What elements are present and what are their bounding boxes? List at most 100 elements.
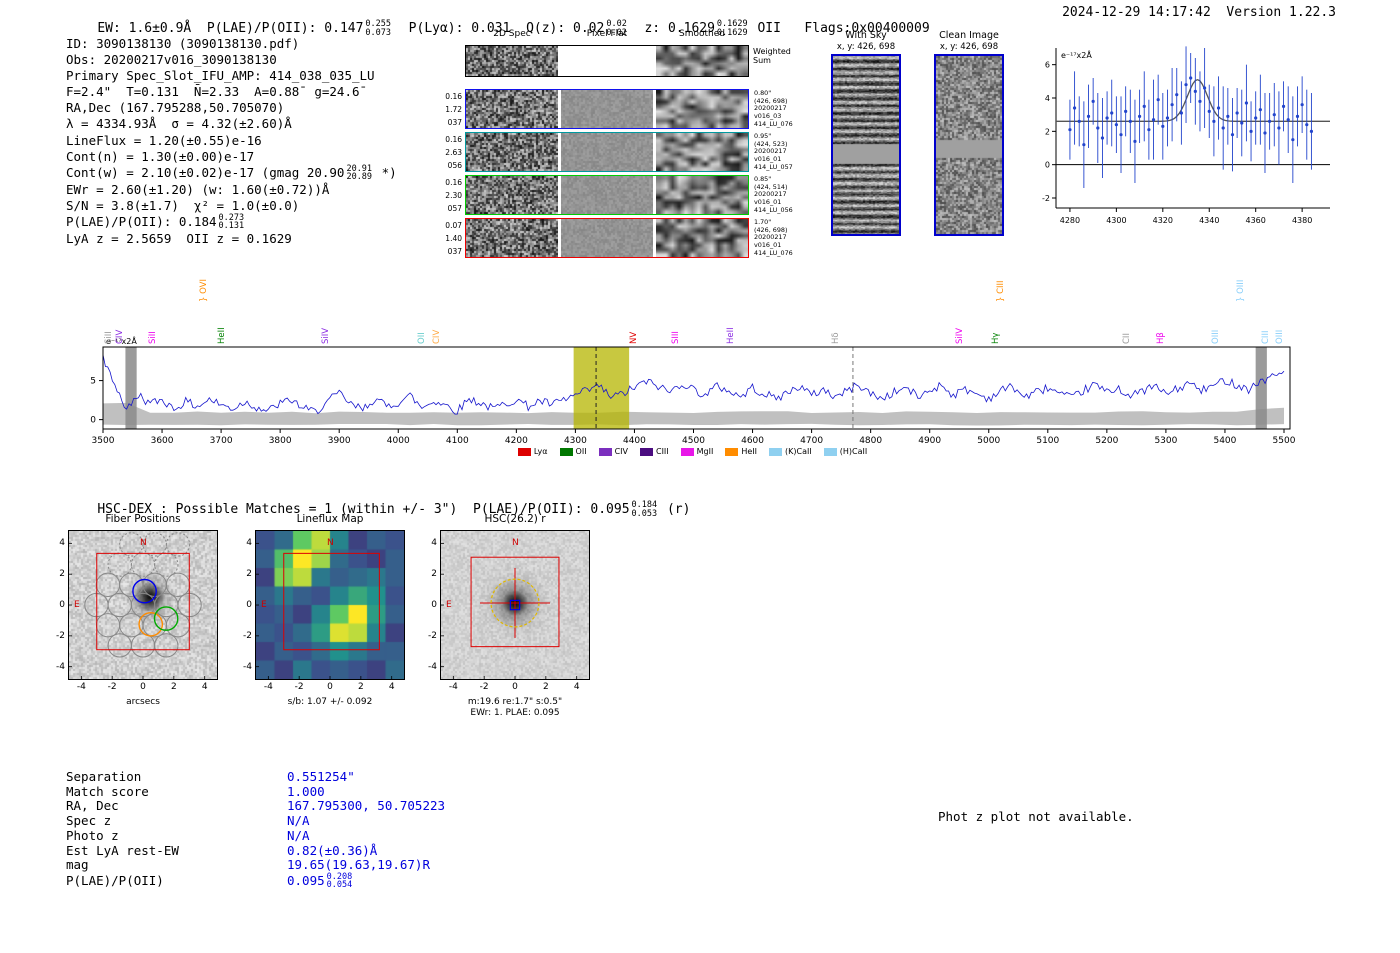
legend-item-CIII: CIII xyxy=(640,447,669,456)
spec2d-row-1 xyxy=(465,89,749,129)
match-row-specz: Spec zN/A xyxy=(66,814,449,829)
svg-text:4280: 4280 xyxy=(1060,216,1080,225)
line-label-H: Hδ xyxy=(831,332,842,344)
svg-text:4800: 4800 xyxy=(859,436,882,446)
detection-info-block: ID: 3090138130 (3090138130.pdf) Obs: 202… xyxy=(66,36,397,247)
compass-east-label: E xyxy=(446,600,452,610)
withsky-coords: x, y: 426, 698 xyxy=(826,42,906,52)
spec2d-strip-canvas xyxy=(561,219,653,257)
svg-text:3500: 3500 xyxy=(92,436,115,446)
fiber-positions-plot: NE xyxy=(68,530,218,680)
spec2d-right-labels-2: 0.95"(424, 523)20200217v016_01414_LU_057 xyxy=(754,133,824,172)
info-line-id: ID: 3090138130 (3090138130.pdf) xyxy=(66,36,397,52)
legend-item-(K)CaII: (K)CaII xyxy=(769,447,812,456)
legend-swatch xyxy=(599,448,612,456)
legend-swatch xyxy=(824,448,837,456)
line-label-H: Hβ xyxy=(1156,332,1167,344)
line-label-CIV: CIV xyxy=(432,330,443,344)
legend-label: (H)CaII xyxy=(840,447,867,456)
compass-north-label: N xyxy=(512,538,519,548)
info-line-redshifts: LyA z = 2.5659 OII z = 0.1629 xyxy=(66,231,397,247)
svg-text:4300: 4300 xyxy=(564,436,587,446)
col-title-smoothed: Smoothed xyxy=(655,29,749,39)
svg-text:2: 2 xyxy=(1045,127,1050,136)
svg-text:4500: 4500 xyxy=(682,436,705,446)
line-label-HeII: HeII xyxy=(726,327,737,344)
legend-label: OII xyxy=(576,447,587,456)
legend-label: (K)CaII xyxy=(785,447,812,456)
info-line-plae: P(LAE)/P(OII): 0.1840.2730.131 xyxy=(66,214,397,231)
spec2d-right-labels-3: 0.85"(424, 514)20200217v016_01414_LU_056 xyxy=(754,176,824,215)
svg-text:3900: 3900 xyxy=(328,436,351,446)
legend-swatch xyxy=(518,448,531,456)
compass-north-label: N xyxy=(140,538,147,548)
clean-canvas xyxy=(936,56,1002,234)
line-label-OIII: } OIII xyxy=(1236,280,1247,302)
svg-text:4360: 4360 xyxy=(1246,216,1266,225)
hsc-cutout-plot: NE xyxy=(440,530,590,680)
legend-swatch xyxy=(725,448,738,456)
spec2d-right-labels-1: 0.80"(426, 698)20200217v016_03414_LU_076 xyxy=(754,90,824,129)
line-label-OII: OII xyxy=(417,332,428,344)
col-title-2dspec: 2D Spec xyxy=(465,29,559,39)
line-label-CIII: CIII xyxy=(1261,331,1272,344)
hsc-xlabel: m:19.6 re:1.7" s:0.5" xyxy=(440,697,590,707)
info-line-radec: RA,Dec (167.795288,50.705070) xyxy=(66,100,397,116)
lineflux-xlabel: s/b: 1.07 +/- 0.092 xyxy=(255,697,405,707)
spec2d-row-4 xyxy=(465,218,749,258)
fiber-xlabel: arcsecs xyxy=(68,697,218,707)
hsc-xlabel2: EWr: 1. PLAE: 0.095 xyxy=(440,708,590,718)
info-line-obs: Obs: 20200217v016_3090138130 xyxy=(66,52,397,68)
match-table: Separation0.551254" Match score1.000 RA,… xyxy=(66,770,449,890)
svg-text:3600: 3600 xyxy=(151,436,174,446)
clean-coords: x, y: 426, 698 xyxy=(929,42,1009,52)
spec2d-strip-canvas xyxy=(466,219,558,257)
info-line-lineflux: LineFlux = 1.20(±0.55)e-16 xyxy=(66,133,397,149)
hsc-dex-match-line: HSC-DEX : Possible Matches = 1 (within +… xyxy=(66,486,690,533)
info-line-sn: S/N = 3.8(±1.7) χ² = 1.0(±0.0) xyxy=(66,198,397,214)
svg-text:4300: 4300 xyxy=(1106,216,1126,225)
svg-text:4320: 4320 xyxy=(1153,216,1173,225)
svg-text:5400: 5400 xyxy=(1213,436,1236,446)
error-band xyxy=(103,403,1284,426)
svg-text:4600: 4600 xyxy=(741,436,764,446)
spec2d-strip-canvas xyxy=(561,133,653,171)
spec2d-row-0 xyxy=(465,45,749,77)
svg-text:4900: 4900 xyxy=(918,436,941,446)
line-label-H: Hγ xyxy=(991,333,1002,344)
spec2d-left-labels-1: 0.161.72037 xyxy=(424,90,462,129)
spec2d-right-labels-4: 1.70"(426, 698)20200217v016_01414_LU_076 xyxy=(754,219,824,258)
header-ew-plae: EW: 1.6±0.9Å P(LAE)/P(OII): 0.147 xyxy=(97,21,363,36)
masked-band xyxy=(125,347,136,429)
hsc-cutout-overlay: NE xyxy=(441,531,589,679)
spec2d-row-3 xyxy=(465,175,749,215)
spec2d-strip-canvas xyxy=(656,133,748,171)
line-label-HeII: HeII xyxy=(217,327,228,344)
svg-text:4380: 4380 xyxy=(1292,216,1312,225)
svg-text:5300: 5300 xyxy=(1154,436,1177,446)
svg-text:0: 0 xyxy=(1045,161,1050,170)
legend-swatch xyxy=(640,448,653,456)
line-label-SiII: SiII xyxy=(148,331,159,344)
line-fit-plot: 428043004320434043604380-20246e⁻¹⁷x2Å xyxy=(1020,36,1340,236)
spectrum-legend: LyαOIICIVCIIIMgIIHeII(K)CaII(H)CaII xyxy=(80,447,1305,456)
compass-north-label: N xyxy=(327,538,334,548)
withsky-image xyxy=(831,54,901,236)
svg-text:5000: 5000 xyxy=(977,436,1000,446)
lineflux-map-overlay: NE xyxy=(256,531,404,679)
spec2d-strip-canvas xyxy=(656,219,748,257)
line-label-NV: NV xyxy=(629,332,640,344)
spec2d-strip-canvas xyxy=(656,176,748,214)
spec2d-strip-canvas xyxy=(466,90,558,128)
spec2d-strip-canvas xyxy=(656,90,748,128)
photz-note: Phot z plot not available. xyxy=(938,809,1134,824)
header-timestamp-version: 2024-12-29 14:17:42 Version 1.22.3 xyxy=(1062,5,1336,20)
legend-item-OII: OII xyxy=(560,447,587,456)
clean-title: Clean Image xyxy=(929,30,1009,41)
svg-text:4: 4 xyxy=(1045,94,1050,103)
hsc-plae-stack: 0.1840.053 xyxy=(632,501,658,518)
legend-swatch xyxy=(681,448,694,456)
svg-text:4340: 4340 xyxy=(1199,216,1219,225)
masked-band xyxy=(1256,347,1267,429)
legend-item-MgII: MgII xyxy=(681,447,714,456)
